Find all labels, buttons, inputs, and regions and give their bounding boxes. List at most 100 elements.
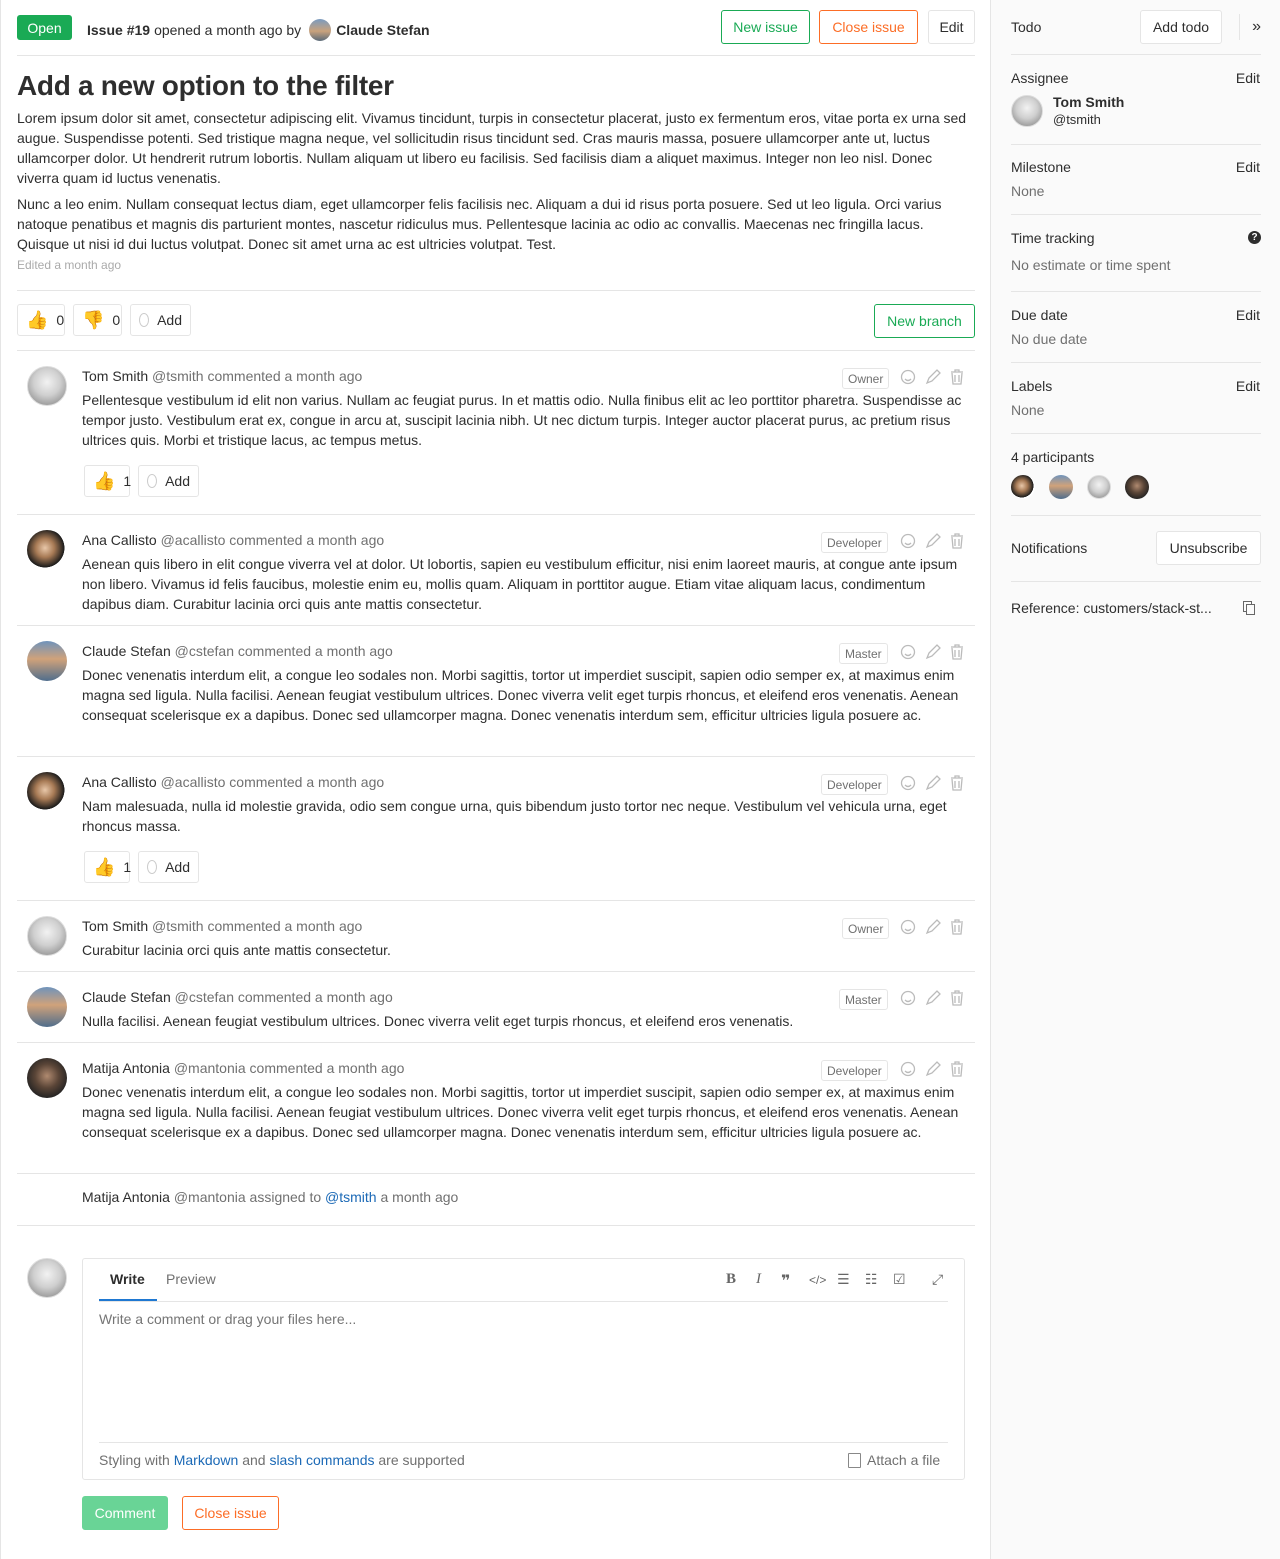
note-body: Curabitur lacinia orci quis ante mattis … [82,942,391,958]
participants-label: 4 participants [1011,449,1095,465]
note-handle[interactable]: @acallisto [161,532,226,548]
add-reaction-button[interactable]: Add [138,465,199,497]
divider [1011,362,1261,363]
markdown-hint: Styling with Markdown and slash commands… [99,1452,465,1468]
note-body: Aenean quis libero in elit congue viverr… [82,556,958,612]
milestone-label: Milestone [1011,159,1071,175]
milestone-value: None [1011,183,1045,199]
attach-file-button[interactable]: Attach a file [848,1452,940,1468]
due-date-edit-link[interactable]: Edit [1236,307,1260,323]
code-icon[interactable]: </> [809,1273,826,1287]
avatar[interactable] [27,366,67,406]
add-reaction-button[interactable]: Add [130,304,191,336]
note-author[interactable]: Tom Smith [82,918,148,934]
assignee-edit-link[interactable]: Edit [1236,70,1260,86]
note-header: Claude Stefan @cstefan commented a month… [82,643,393,659]
due-date-label: Due date [1011,307,1068,323]
issue-author[interactable]: Claude Stefan [336,22,429,38]
avatar[interactable] [27,916,67,956]
bold-icon[interactable]: B [726,1271,736,1288]
note-header: Matija Antonia @mantonia commented a mon… [82,1060,404,1076]
thumbs-up-button[interactable]: 👍 0 [17,304,65,336]
note-handle[interactable]: @mantonia [174,1060,246,1076]
comment-button[interactable]: Comment [82,1496,168,1530]
divider [17,756,975,757]
divider [17,1042,975,1043]
note-meta: commented a month ago [229,774,385,790]
note: Tom Smith @tsmith commented a month ago … [17,916,975,970]
note-handle[interactable]: @tsmith [152,368,204,384]
hint-text: Styling with [99,1452,170,1468]
participant-avatar[interactable] [1087,475,1111,499]
task-list-icon[interactable]: ☑ [893,1271,906,1288]
editor-divider [99,1301,948,1302]
note-meta: commented a month ago [237,989,393,1005]
bullet-list-icon[interactable]: ☰ [837,1271,850,1288]
help-icon[interactable]: ? [1248,231,1261,244]
unsubscribe-button[interactable]: Unsubscribe [1156,531,1261,565]
note-author[interactable]: Matija Antonia [82,1060,170,1076]
participant-avatar[interactable] [1049,475,1073,499]
note-handle[interactable]: @cstefan [175,989,234,1005]
edit-issue-button[interactable]: Edit [928,10,975,44]
tab-preview[interactable]: Preview [166,1271,216,1287]
close-issue-bottom-button[interactable]: Close issue [182,1496,279,1530]
note-body: Nulla facilisi. Aenean feugiat vestibulu… [82,1013,794,1029]
close-issue-button[interactable]: Close issue [819,10,918,44]
collapse-sidebar-icon[interactable]: » [1239,14,1261,40]
due-date-value: No due date [1011,331,1088,347]
participant-avatar[interactable] [1011,475,1035,499]
issue-ref: Issue #19 [87,22,151,38]
avatar[interactable] [27,641,67,681]
thumbs-up-button[interactable]: 👍 1 [84,465,131,497]
note: Ana Callisto @acallisto commented a mont… [17,530,975,624]
note-author[interactable]: Claude Stefan [82,643,171,659]
note-handle[interactable]: @acallisto [161,774,226,790]
assignee-avatar[interactable] [1011,95,1043,127]
note-author[interactable]: Ana Callisto [82,532,157,548]
thumbs-up-icon: 👍 [93,471,116,491]
note-body: Donec venenatis interdum elit, a congue … [82,1084,959,1140]
system-note-target[interactable]: @tsmith [325,1189,377,1205]
slash-commands-link[interactable]: slash commands [269,1452,374,1468]
thumbs-up-button[interactable]: 👍 1 [84,851,131,883]
avatar[interactable] [27,1058,67,1098]
fullscreen-icon[interactable]: ⤢ [932,1271,943,1288]
participant-avatar[interactable] [1125,475,1149,499]
assignee-name[interactable]: Tom Smith [1053,94,1124,110]
todo-label: Todo [1011,19,1042,35]
note-author[interactable]: Ana Callisto [82,774,157,790]
copy-reference-icon[interactable] [1243,601,1255,615]
labels-edit-link[interactable]: Edit [1236,378,1260,394]
note-author[interactable]: Claude Stefan [82,989,171,1005]
avatar[interactable] [27,772,67,812]
comment-textarea[interactable] [99,1305,948,1441]
markdown-link[interactable]: Markdown [174,1452,239,1468]
add-reaction-button[interactable]: Add [138,851,199,883]
numbered-list-icon[interactable]: ☷ [865,1271,878,1288]
system-note-handle[interactable]: @mantonia [174,1189,246,1205]
divider [17,1173,975,1174]
note-meta: commented a month ago [229,532,385,548]
note-author[interactable]: Tom Smith [82,368,148,384]
avatar[interactable] [27,987,67,1027]
new-issue-button[interactable]: New issue [721,10,810,44]
system-note-author[interactable]: Matija Antonia [82,1189,170,1205]
note-handle[interactable]: @tsmith [152,918,204,934]
current-user-avatar [27,1258,67,1298]
add-todo-button[interactable]: Add todo [1140,10,1222,44]
note: Tom Smith @tsmith commented a month ago … [17,366,975,514]
hint-text: are supported [378,1452,465,1468]
avatar[interactable] [27,530,67,570]
quote-icon[interactable]: ❞ [781,1271,790,1291]
editor-divider [99,1442,948,1443]
note-handle[interactable]: @cstefan [175,643,234,659]
thumbs-down-button[interactable]: 👎 0 [73,304,122,336]
divider [1011,433,1261,434]
note-body: Pellentesque vestibulum id elit non vari… [82,392,962,448]
italic-icon[interactable]: I [756,1271,761,1288]
new-branch-button[interactable]: New branch [874,304,975,338]
divider [1011,214,1261,215]
tab-write[interactable]: Write [110,1271,145,1287]
milestone-edit-link[interactable]: Edit [1236,159,1260,175]
